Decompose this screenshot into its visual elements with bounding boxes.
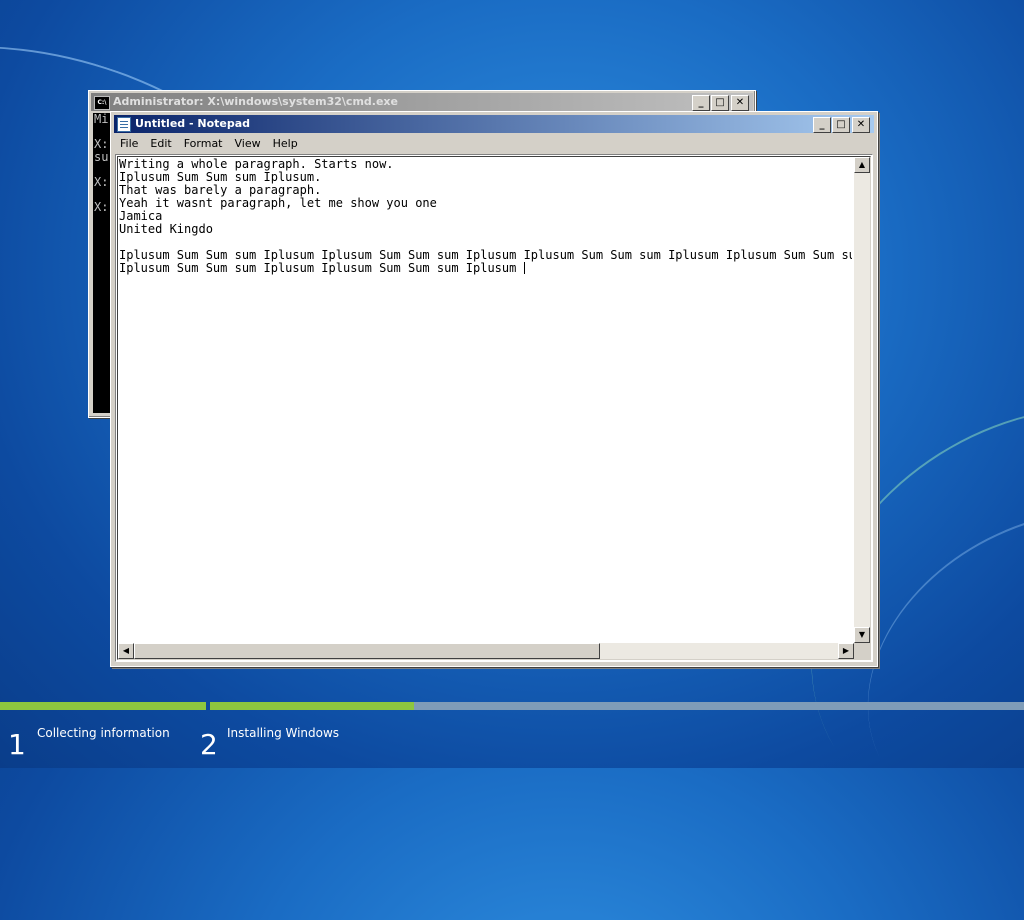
text-line: Yeah it wasnt paragraph, let me show you… — [119, 196, 437, 210]
step-label: Collecting information — [37, 726, 170, 740]
scroll-right-button[interactable]: ▶ — [838, 643, 854, 659]
menu-edit[interactable]: Edit — [144, 134, 177, 153]
cmd-title: Administrator: X:\windows\system32\cmd.e… — [113, 95, 398, 108]
text-line: Iplusum Sum Sum sum Iplusum Iplusum Sum … — [119, 261, 524, 275]
text-editor-frame: Writing a whole paragraph. Starts now. Ip… — [115, 154, 873, 662]
step-number: 2 — [200, 728, 218, 761]
cmd-titlebar[interactable]: C:\ Administrator: X:\windows\system32\c… — [91, 93, 753, 111]
maximize-button[interactable]: □ — [832, 117, 850, 133]
menu-format[interactable]: Format — [178, 134, 229, 153]
resize-grip[interactable] — [854, 643, 870, 659]
notepad-window-buttons: _ □ ✕ — [812, 117, 870, 133]
vertical-scrollbar[interactable]: ▲ ▼ — [854, 157, 870, 643]
text-line: Jamica — [119, 209, 163, 223]
scroll-left-button[interactable]: ◀ — [118, 643, 134, 659]
step-number: 1 — [8, 728, 26, 761]
text-area[interactable]: Writing a whole paragraph. Starts now. Ip… — [119, 158, 852, 641]
step2-progress — [210, 702, 414, 710]
text-caret — [523, 262, 525, 274]
scroll-up-button[interactable]: ▲ — [854, 157, 870, 173]
notepad-title: Untitled - Notepad — [135, 117, 251, 130]
minimize-button[interactable]: _ — [692, 95, 710, 111]
cmd-window-buttons: _ □ ✕ — [691, 95, 749, 111]
maximize-button[interactable]: □ — [711, 95, 729, 111]
menu-help[interactable]: Help — [267, 134, 304, 153]
text-line: United Kingdo — [119, 222, 213, 236]
close-button[interactable]: ✕ — [731, 95, 749, 111]
notepad-icon — [117, 117, 131, 132]
setup-progress-bar — [0, 702, 1024, 712]
menu-file[interactable]: File — [114, 134, 144, 153]
horizontal-scrollbar[interactable]: ◀ ▶ — [118, 643, 854, 659]
scroll-down-button[interactable]: ▼ — [854, 627, 870, 643]
text-editor[interactable]: Writing a whole paragraph. Starts now. Ip… — [117, 156, 871, 660]
step1-progress — [0, 702, 206, 710]
menu-bar: File Edit Format View Help — [114, 134, 874, 153]
close-button[interactable]: ✕ — [852, 117, 870, 133]
notepad-window[interactable]: Untitled - Notepad _ □ ✕ File Edit Forma… — [110, 111, 878, 667]
notepad-titlebar[interactable]: Untitled - Notepad _ □ ✕ — [114, 115, 874, 133]
text-line-current: Iplusum Sum Sum sum Iplusum Iplusum Sum … — [119, 262, 852, 275]
horizontal-scroll-thumb[interactable] — [134, 643, 600, 659]
cmd-icon: C:\ — [94, 96, 110, 110]
menu-view[interactable]: View — [229, 134, 267, 153]
minimize-button[interactable]: _ — [813, 117, 831, 133]
step-label: Installing Windows — [227, 726, 340, 740]
